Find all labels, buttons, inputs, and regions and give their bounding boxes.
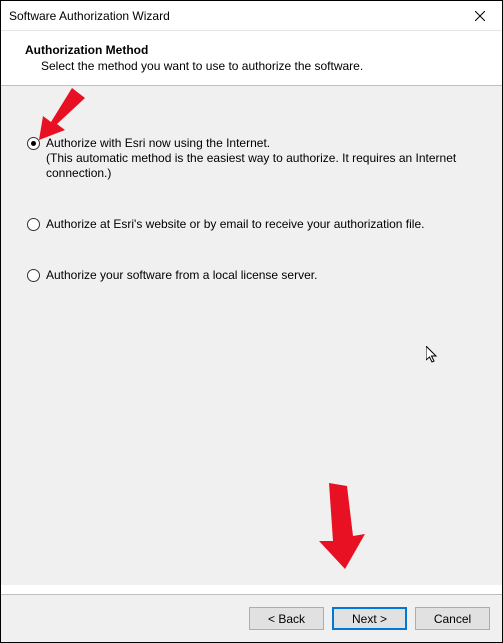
titlebar: Software Authorization Wizard: [1, 1, 502, 31]
option-internet-line1: Authorize with Esri now using the Intern…: [46, 136, 270, 150]
close-button[interactable]: [457, 1, 502, 30]
radio-internet[interactable]: [27, 137, 40, 150]
option-internet-label: Authorize with Esri now using the Intern…: [46, 136, 476, 181]
option-website-label: Authorize at Esri's website or by email …: [46, 217, 424, 232]
page-title: Authorization Method: [25, 43, 482, 57]
radio-website[interactable]: [27, 218, 40, 231]
page-subtitle: Select the method you want to use to aut…: [41, 59, 482, 73]
annotation-arrow-bottom: [301, 481, 371, 571]
window-title: Software Authorization Wizard: [9, 9, 170, 23]
option-local-server[interactable]: Authorize your software from a local lic…: [27, 268, 476, 283]
wizard-content: Authorize with Esri now using the Intern…: [1, 86, 502, 585]
option-internet[interactable]: Authorize with Esri now using the Intern…: [27, 136, 476, 181]
close-icon: [475, 11, 485, 21]
radio-local-server[interactable]: [27, 269, 40, 282]
mouse-cursor-icon: [426, 346, 442, 366]
cancel-button[interactable]: Cancel: [415, 607, 490, 630]
option-website[interactable]: Authorize at Esri's website or by email …: [27, 217, 476, 232]
next-button[interactable]: Next >: [332, 607, 407, 630]
back-button[interactable]: < Back: [249, 607, 324, 630]
wizard-footer: < Back Next > Cancel: [1, 594, 502, 642]
option-internet-line2: (This automatic method is the easiest wa…: [46, 151, 476, 181]
wizard-header: Authorization Method Select the method y…: [1, 31, 502, 86]
option-local-server-label: Authorize your software from a local lic…: [46, 268, 317, 283]
